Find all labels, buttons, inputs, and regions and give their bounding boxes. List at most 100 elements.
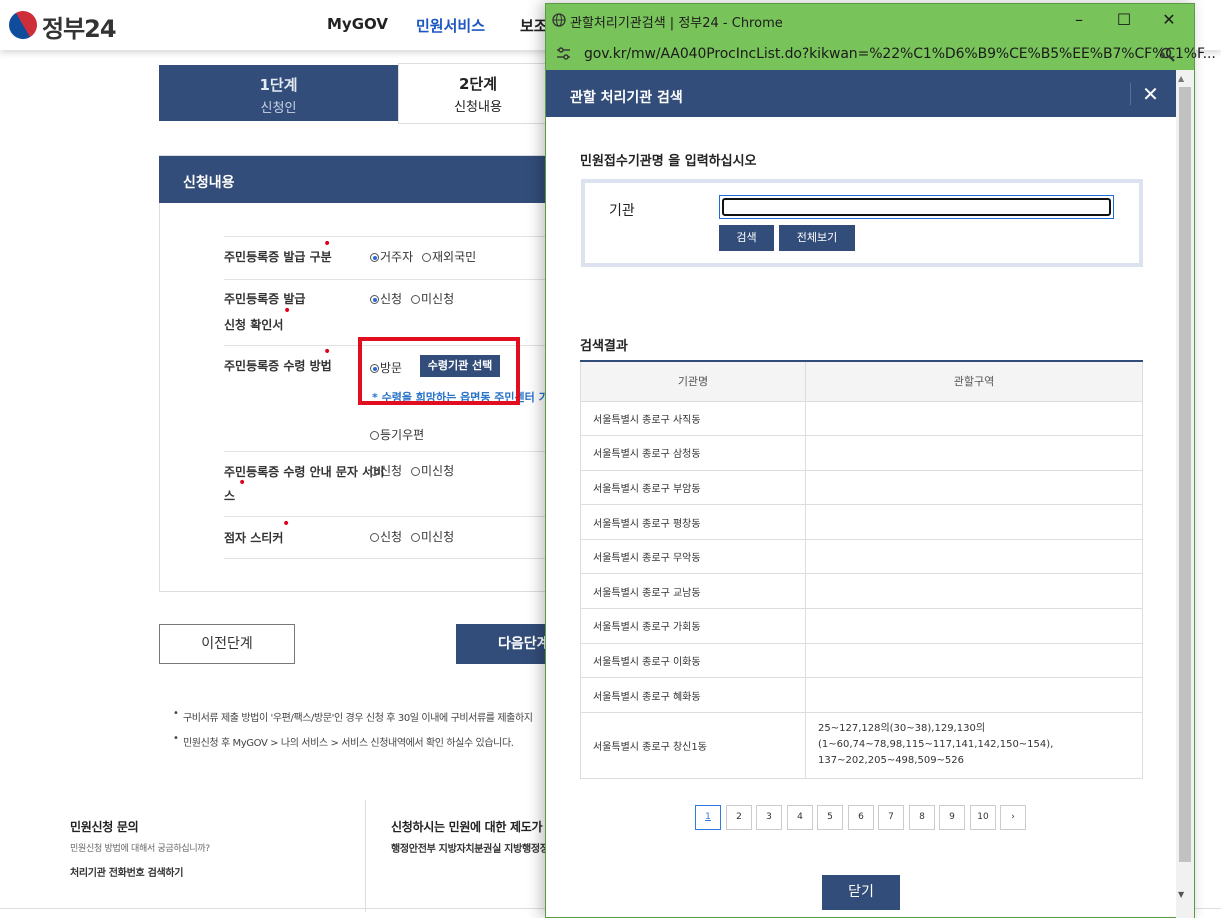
agency-name[interactable]: 서울특별시 종로구 평창동 [580,504,806,540]
view-all-button[interactable]: 전체보기 [779,225,855,251]
footer-system-subtitle: 행정안전부 지방자치분권실 지방행정정 [391,844,549,855]
radio-registered-mail[interactable]: 등기우편 [370,426,424,443]
step-2-label: 신청내용 [454,100,502,115]
agency-area [805,435,1143,471]
radio-circle-icon[interactable] [370,533,379,542]
table-row[interactable]: 서울특별시 종로구 창신1동 25~127,128의(30~38),129,130… [580,711,1143,779]
zoom-icon[interactable] [1160,47,1175,62]
radio-sms-none[interactable]: 미신청 [411,462,454,479]
agency-search-input[interactable] [719,195,1114,219]
radio-resident[interactable]: 거주자 [370,248,413,265]
page-6-button[interactable]: 6 [848,805,874,830]
radio-braille-none[interactable]: 미신청 [411,528,454,545]
agency-name[interactable]: 서울특별시 종로구 창신1동 [580,711,806,779]
agency-area: 25~127,128의(30~38),129,130의 (1~60,74~78,… [805,711,1143,779]
site-settings-icon[interactable] [556,47,571,60]
next-step-button[interactable]: 다음단계 [456,624,559,664]
nav-subsidy[interactable]: 보조 [520,15,548,36]
table-row[interactable]: 서울특별시 종로구 평창동 [580,504,1143,540]
page-5-button[interactable]: 5 [817,805,843,830]
agency-input-field[interactable] [722,198,1111,216]
page-2-button[interactable]: 2 [726,805,752,830]
divider [224,516,554,517]
window-close-icon[interactable]: ✕ [1157,9,1181,31]
issue-type-label: 주민등록증 발급 구분 [224,250,332,264]
agency-name[interactable]: 서울특별시 종로구 가회동 [580,608,806,644]
page-1-button[interactable]: 1 [695,805,721,830]
page-9-button[interactable]: 9 [939,805,965,830]
divider [224,279,554,280]
close-icon[interactable]: ✕ [1130,83,1170,105]
radio-circle-icon[interactable] [411,295,420,304]
address-bar[interactable]: gov.kr/mw/AA040ProcIncList.do?kikwan=%22… [546,37,1216,70]
nav-civil-service[interactable]: 민원서비스 [416,15,485,36]
agency-name[interactable]: 서울특별시 종로구 무악동 [580,538,806,575]
agency-area [805,469,1143,506]
footer-inquiry-subtitle: 민원신청 방법에 대해서 궁금하십니까? [70,844,210,854]
url-text[interactable]: gov.kr/mw/AA040ProcIncList.do?kikwan=%22… [584,46,1216,62]
dialog-title: 관할 처리기관 검색 [570,90,683,106]
table-row[interactable]: 서울특별시 종로구 이화동 [580,642,1143,679]
radio-circle-icon[interactable] [411,467,420,476]
scroll-up-icon[interactable]: ▲ [1178,74,1184,83]
scrollbar-thumb[interactable] [1179,87,1191,862]
area-line: 25~127,128의(30~38),129,130의 (1~60,74~78,… [818,723,1054,751]
nav-mygov[interactable]: MyGOV [327,15,388,33]
radio-braille-apply[interactable]: 신청 [370,528,402,545]
radio-sms-apply[interactable]: 신청 [370,462,402,479]
radio-circle-icon[interactable] [370,295,379,304]
table-header-row: 기관명 관할구역 [580,361,1143,402]
radio-circle-icon[interactable] [370,431,379,440]
table-row[interactable]: 서울특별시 종로구 가회동 [580,608,1143,644]
close-button[interactable]: 닫기 [822,875,900,910]
table-row[interactable]: 서울특별시 종로구 부암동 [580,469,1143,506]
previous-step-button[interactable]: 이전단계 [159,624,295,664]
table-row[interactable]: 서울특별시 종로구 혜화동 [580,677,1143,713]
radio-circle-icon[interactable] [411,533,420,542]
footer-divider [365,800,366,912]
column-header-area: 관할구역 [805,361,1143,402]
receipt-method-label: 주민등록증 수령 방법 [224,359,332,373]
chevron-right-icon[interactable]: › [1000,805,1026,830]
agency-name[interactable]: 서울특별시 종로구 혜화동 [580,677,806,713]
step-1-number: 1단계 [259,76,298,94]
agency-label: 기관 [609,203,635,219]
scroll-down-icon[interactable]: ▼ [1178,890,1184,899]
maximize-icon[interactable]: ☐ [1112,9,1136,31]
window-titlebar[interactable]: 관할처리기관검색 | 정부24 - Chrome – ☐ ✕ [546,4,1194,37]
footer-agency-phone-link[interactable]: 처리기관 전화번호 검색하기 [70,864,183,879]
page-8-button[interactable]: 8 [909,805,935,830]
confirmation-label-line1: 주민등록증 발급 [224,292,306,306]
table-row[interactable]: 서울특별시 종로구 교남동 [580,573,1143,610]
page-10-button[interactable]: 10 [970,805,996,830]
table-row[interactable]: 서울특별시 종로구 삼청동 [580,435,1143,471]
confirmation-label-line2: 신청 확인서 [224,318,284,332]
page-7-button[interactable]: 7 [878,805,904,830]
page-4-button[interactable]: 4 [787,805,813,830]
braille-sticker-label: 점자 스티커 [224,531,284,545]
agency-name[interactable]: 서울특별시 종로구 이화동 [580,642,806,679]
step-1-tab: 1단계 신청인 [159,65,398,121]
minimize-icon[interactable]: – [1067,9,1091,31]
radio-confirm-none[interactable]: 미신청 [411,290,454,307]
radio-circle-icon[interactable] [370,467,379,476]
table-row[interactable]: 서울특별시 종로구 무악동 [580,538,1143,575]
agency-name[interactable]: 서울특별시 종로구 사직동 [580,400,806,437]
government-logo-icon[interactable] [3,5,43,45]
agency-area [805,400,1143,437]
table-row[interactable]: 서울특별시 종로구 사직동 [580,400,1143,437]
radio-confirm-apply[interactable]: 신청 [370,290,402,307]
agency-area [805,538,1143,575]
agency-name[interactable]: 서울특별시 종로구 삼청동 [580,435,806,471]
radio-circle-icon[interactable] [422,253,431,262]
agency-area [805,504,1143,540]
radio-overseas[interactable]: 재외국민 [422,248,476,265]
agency-name[interactable]: 서울특별시 종로구 교남동 [580,573,806,610]
agency-name[interactable]: 서울특별시 종로구 부암동 [580,469,806,506]
site-logo-text[interactable]: 정부24 [42,9,117,44]
radio-circle-icon[interactable] [370,253,379,262]
required-mark: • [283,303,292,319]
search-button[interactable]: 검색 [719,225,774,251]
page-3-button[interactable]: 3 [756,805,782,830]
area-line: 137~202,205~498,509~526 [818,755,965,767]
